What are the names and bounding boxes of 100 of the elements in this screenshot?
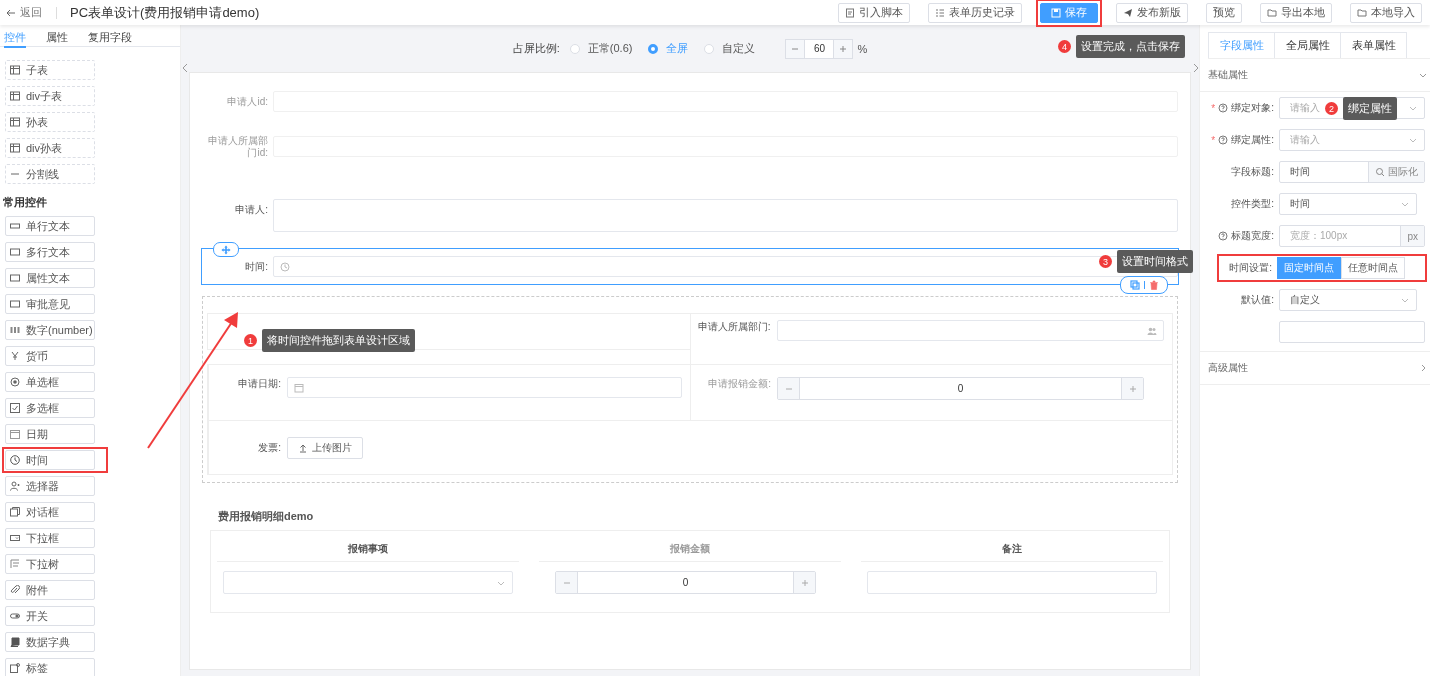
- folder-icon: [1267, 7, 1277, 18]
- required-mark: *: [1211, 134, 1216, 146]
- currency-icon: [10, 351, 20, 361]
- field-label: 申请报销金额:: [707, 377, 771, 391]
- copy-icon[interactable]: [1129, 280, 1140, 290]
- palette-item[interactable]: div子表: [5, 86, 95, 106]
- palette-item[interactable]: 时间: [5, 450, 95, 470]
- palette-item[interactable]: 对话框: [5, 502, 95, 522]
- plus-icon[interactable]: [799, 577, 810, 588]
- toolbar-button[interactable]: 导出本地: [1260, 2, 1332, 23]
- select-icon: [10, 533, 20, 543]
- help-icon: [1218, 231, 1229, 241]
- required-mark: *: [1211, 102, 1216, 114]
- collapse-right-icon[interactable]: [1193, 63, 1199, 73]
- toolbar-button[interactable]: 预览: [1206, 2, 1242, 23]
- tooltip: 设置时间格式: [1117, 250, 1193, 273]
- section-header[interactable]: 高级属性: [1200, 352, 1430, 385]
- ratio-stepper[interactable]: 60: [785, 38, 854, 59]
- form-field[interactable]: [776, 320, 1164, 341]
- palette-item[interactable]: 下拉框: [5, 528, 95, 548]
- palette-item[interactable]: 数字(number): [5, 320, 95, 340]
- select-field[interactable]: 时间: [1279, 193, 1417, 215]
- palette-item[interactable]: 日期: [5, 424, 95, 444]
- ratio-radio[interactable]: 自定义: [704, 41, 756, 56]
- tooltip: 设置完成，点击保存: [1076, 35, 1185, 58]
- form-field[interactable]: [287, 377, 682, 398]
- field-label: 申请人所属部门:: [696, 320, 771, 334]
- number-field[interactable]: 0: [555, 571, 816, 594]
- textarea-icon: [10, 247, 20, 257]
- palette-item[interactable]: 多选框: [5, 398, 95, 418]
- toolbar-button[interactable]: 引入脚本: [838, 2, 910, 23]
- palette-item[interactable]: 选择器: [5, 476, 95, 496]
- section-header[interactable]: 基础属性: [1200, 59, 1430, 92]
- input-addon[interactable]: 国际化: [1368, 162, 1424, 182]
- ratio-label: 占屏比例:: [512, 41, 560, 56]
- ratio-radio[interactable]: 正常(0.6): [569, 41, 633, 56]
- ratio-unit: %: [857, 42, 868, 55]
- table-icon: [10, 117, 20, 127]
- search-icon: [1375, 167, 1385, 177]
- panel-tab[interactable]: 全局属性: [1275, 32, 1341, 58]
- input-field[interactable]: 宽度：100px px: [1279, 225, 1425, 247]
- palette-item[interactable]: 审批意见: [5, 294, 95, 314]
- toolbar-button[interactable]: 表单历史记录: [928, 2, 1022, 23]
- textarea-icon: [10, 299, 20, 309]
- input-addon[interactable]: px: [1400, 226, 1424, 246]
- textarea-field[interactable]: [867, 571, 1157, 594]
- panel-tab[interactable]: 属性: [46, 30, 68, 46]
- move-icon: [221, 244, 231, 255]
- plus-icon[interactable]: [1127, 383, 1138, 394]
- property-label: 字段标题:: [1231, 165, 1274, 179]
- palette-item[interactable]: 多行文本: [5, 242, 95, 262]
- property-label: 时间设置:: [1229, 261, 1272, 275]
- palette-item[interactable]: 分割线: [5, 164, 95, 184]
- palette-item[interactable]: 单行文本: [5, 216, 95, 236]
- palette-item[interactable]: 标签: [5, 658, 95, 676]
- date-icon: [10, 429, 20, 439]
- palette-item[interactable]: 单选框: [5, 372, 95, 392]
- palette-item[interactable]: 属性文本: [5, 268, 95, 288]
- drag-handle[interactable]: [213, 242, 239, 257]
- tree-icon: [10, 559, 20, 569]
- palette-item[interactable]: div孙表: [5, 138, 95, 158]
- list-icon: [935, 7, 945, 18]
- palette-item[interactable]: 孙表: [5, 112, 95, 132]
- calendar-icon: [294, 382, 304, 393]
- switch-icon: [10, 611, 20, 621]
- panel-tab[interactable]: 复用字段: [88, 30, 132, 46]
- trash-icon[interactable]: [1148, 280, 1159, 290]
- toolbar-button[interactable]: 发布新版: [1116, 2, 1188, 23]
- upload-button[interactable]: 上传图片: [287, 436, 363, 459]
- number-field[interactable]: 0: [777, 377, 1144, 400]
- tag-icon: [10, 663, 20, 673]
- input-field[interactable]: [1279, 321, 1425, 343]
- column-header: 备注: [861, 542, 1163, 562]
- form-field[interactable]: [273, 199, 1178, 232]
- field-label: 时间:: [244, 260, 268, 273]
- back-link[interactable]: 返回: [0, 5, 42, 20]
- palette-item[interactable]: 数据字典: [5, 632, 95, 652]
- back-arrow-icon: [6, 7, 16, 18]
- palette-item[interactable]: 子表: [5, 60, 95, 80]
- select-field[interactable]: [223, 571, 513, 594]
- segment-option[interactable]: 任意时间点: [1341, 257, 1405, 279]
- palette-item[interactable]: 开关: [5, 606, 95, 626]
- palette-item[interactable]: 下拉树: [5, 554, 95, 574]
- save-icon: [1051, 7, 1061, 18]
- property-label: 标题宽度:: [1231, 229, 1274, 243]
- palette-item[interactable]: 货币: [5, 346, 95, 366]
- field-label: 申请人:: [234, 203, 268, 216]
- toolbar-button[interactable]: 本地导入: [1350, 2, 1422, 23]
- plus-icon[interactable]: [838, 43, 849, 54]
- upload-icon: [298, 442, 308, 453]
- collapse-left-icon[interactable]: [182, 63, 188, 73]
- input-field[interactable]: 时间 国际化: [1279, 161, 1425, 183]
- checkbox-icon: [10, 403, 20, 413]
- palette-item[interactable]: 附件: [5, 580, 95, 600]
- document-icon: [845, 7, 855, 18]
- select-field[interactable]: 自定义: [1279, 289, 1417, 311]
- column-header: 报销事项: [217, 542, 519, 562]
- table-icon: [10, 91, 20, 101]
- panel-tab[interactable]: 表单属性: [1341, 32, 1407, 58]
- property-label: 绑定属性:: [1231, 133, 1274, 147]
